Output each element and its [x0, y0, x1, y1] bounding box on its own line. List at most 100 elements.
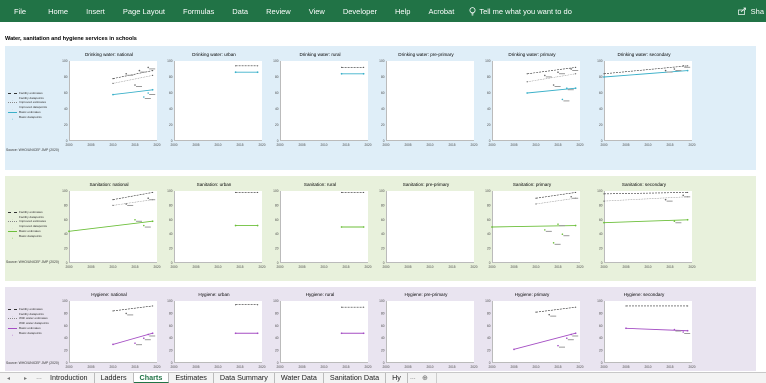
sheet-tab-sanitation-data[interactable]: Sanitation Data	[324, 373, 387, 383]
y-tick-label: 60	[169, 218, 173, 222]
tab-developer[interactable]: Developer	[334, 7, 386, 16]
chart-panel[interactable]: Drinking water: secondary 0 20 40 60 80 100 200…	[592, 52, 696, 149]
tab-view[interactable]: View	[300, 7, 334, 16]
tab-home[interactable]: Home	[39, 7, 77, 16]
series-point	[257, 191, 259, 194]
y-tick-label: 40	[487, 107, 491, 111]
tell-me-search[interactable]: Tell me what you want to do	[463, 7, 572, 16]
chart-panel[interactable]: Hygiene: rural 0 20 40 60 80 100 2000 2005 2010 20…	[268, 292, 372, 371]
x-tick-label: 2005	[510, 143, 517, 147]
prev-sheet-button[interactable]: ◂	[0, 373, 17, 383]
datapoint	[570, 68, 572, 70]
x-tick-label: 2000	[170, 143, 177, 147]
x-tick-label: 2000	[276, 143, 283, 147]
datapoint-label	[136, 220, 142, 222]
more-sheets-left[interactable]: …	[34, 373, 44, 383]
datapoint	[544, 229, 546, 231]
datapoint	[570, 195, 572, 198]
chart-panel[interactable]: Drinking water: primary 0 20 40 60 80 100 2000 2…	[480, 52, 584, 149]
y-tick-label: 60	[275, 324, 279, 328]
y-tick-label: 100	[597, 299, 603, 303]
chart-svg: 0204060801002000 2005 2010 2015 2020	[62, 59, 161, 147]
sheet-tab-charts[interactable]: Charts	[133, 373, 170, 383]
y-tick-label: 60	[381, 91, 385, 95]
chart-panel[interactable]: Sanitation: national 0 20 40 60 80 100 2000 2005…	[57, 182, 161, 271]
tab-file[interactable]: File	[0, 7, 39, 16]
x-tick-label: 2015	[666, 143, 673, 147]
datapoint-label	[572, 335, 579, 337]
chart-panel[interactable]: Sanitation: secondary 0 20 40 60 80 100 2000 200…	[592, 182, 696, 271]
sheet-tab-water-data[interactable]: Water Data	[275, 373, 324, 383]
tab-formulas[interactable]: Formulas	[174, 7, 223, 16]
tab-data[interactable]: Data	[223, 7, 257, 16]
datapoint	[557, 344, 559, 347]
share-button[interactable]: Sha	[737, 0, 766, 22]
datapoint	[138, 69, 141, 72]
tab-insert[interactable]: Insert	[77, 7, 114, 16]
sheet-tab-estimates[interactable]: Estimates	[169, 373, 214, 383]
next-sheet-button[interactable]: ▸	[17, 373, 34, 383]
series-point	[256, 224, 259, 227]
sheet-tab-hygiene-data[interactable]: Hy	[386, 373, 408, 383]
datapoint-label	[545, 76, 552, 78]
datapoint-label	[559, 225, 565, 227]
y-tick-label: 100	[167, 299, 173, 303]
series-point	[603, 73, 605, 75]
series-point	[535, 203, 537, 205]
series-point	[151, 332, 154, 335]
datapoint	[570, 333, 572, 336]
chart-panel[interactable]: Sanitation: rural 0 20 40 60 80 100 2000 2005 201…	[268, 182, 372, 271]
datapoint-label	[144, 98, 151, 99]
chart-panel[interactable]: Sanitation: primary 0 20 40 60 80 100 2000 2005 2…	[480, 182, 584, 271]
tab-page-layout[interactable]: Page Layout	[114, 7, 174, 16]
sheet-tab-data-summary[interactable]: Data Summary	[214, 373, 275, 383]
tab-review[interactable]: Review	[257, 7, 300, 16]
worksheet-area[interactable]: Water, sanitation and hygiene services i…	[0, 22, 766, 372]
series-point	[362, 72, 365, 75]
x-tick-label: 2000	[600, 265, 607, 269]
y-tick-label: 100	[485, 59, 491, 63]
y-tick-label: 40	[169, 107, 173, 111]
datapoint-label	[684, 196, 691, 198]
series-point	[603, 200, 605, 202]
x-tick-label: 2005	[622, 265, 629, 269]
chart-panel[interactable]: Drinking water: pre-primary 0 20 40 60 80 100 2…	[374, 52, 478, 149]
chart-panel[interactable]: Hygiene: urban 0 20 40 60 80 100 2000 2005 2010 20…	[162, 292, 266, 371]
series-point	[152, 70, 154, 72]
add-sheet-button[interactable]: ⊕	[418, 373, 432, 383]
datapoint	[566, 87, 568, 89]
chart-panel[interactable]: Hygiene: pre-primary 0 20 40 60 80 100 2000 2005…	[374, 292, 478, 371]
chart-panel[interactable]: Drinking water: national 0 20 40 60 80 100 2000…	[57, 52, 161, 149]
chart-panel[interactable]: Hygiene: secondary 0 20 40 60 80 100 2000 2005 20…	[592, 292, 696, 371]
chart-panel[interactable]: Sanitation: pre-primary 0 20 40 60 80 100 2000 2…	[374, 182, 478, 271]
lightbulb-icon	[469, 6, 476, 15]
datapoint	[125, 312, 127, 315]
series-line	[535, 192, 576, 199]
chart-panel[interactable]: Drinking water: rural 0 20 40 60 80 100 2000 200…	[268, 52, 372, 149]
chart-svg: 0204060801002000 2005 2010 2015 2020	[62, 189, 161, 269]
tab-acrobat[interactable]: Acrobat	[419, 7, 463, 16]
chart-panel[interactable]: Drinking water: urban 0 20 40 60 80 100 2000 200…	[162, 52, 266, 149]
series-line	[527, 87, 576, 94]
share-label: Sha	[750, 6, 764, 16]
y-tick-label: 20	[599, 123, 603, 127]
more-sheets-right[interactable]: …	[408, 373, 418, 383]
x-tick-label: 2010	[214, 365, 221, 369]
chart-panel[interactable]: Hygiene: national 0 20 40 60 80 100 2000 2005 201…	[57, 292, 161, 371]
x-tick-label: 2015	[554, 365, 561, 369]
y-tick-label: 60	[64, 324, 68, 328]
datapoint-label	[545, 230, 552, 232]
x-tick-label: 2000	[65, 265, 72, 269]
sheet-tab-ladders[interactable]: Ladders	[95, 373, 134, 383]
sheet-tab-introduction[interactable]: Introduction	[44, 373, 95, 383]
chart-panel[interactable]: Sanitation: urban 0 20 40 60 80 100 2000 2005 201…	[162, 182, 266, 271]
y-tick-label: 100	[62, 189, 68, 193]
chart-panel[interactable]: Hygiene: primary 0 20 40 60 80 100 2000 2005 2010…	[480, 292, 584, 371]
series-point	[340, 72, 343, 75]
tab-help[interactable]: Help	[386, 7, 419, 16]
y-tick-label: 40	[275, 107, 279, 111]
x-tick-label: 2020	[576, 265, 583, 269]
series-line	[603, 65, 688, 75]
x-tick-label: 2020	[470, 365, 477, 369]
horizontal-scrollbar[interactable]	[435, 373, 766, 383]
